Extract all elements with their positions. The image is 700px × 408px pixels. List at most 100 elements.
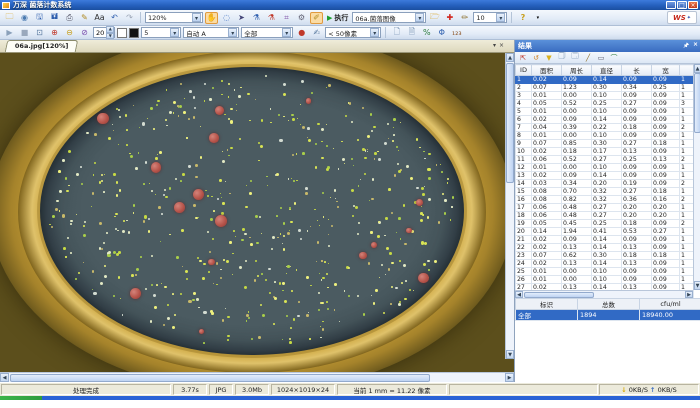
draw-2-icon[interactable]: ✏ <box>458 12 471 24</box>
column-header[interactable]: 长 <box>622 65 652 76</box>
table-row[interactable]: 220.020.130.140.130.091 <box>516 244 694 252</box>
auto-mode-combo[interactable]: 自动 A ▾ <box>183 27 239 38</box>
marker-blue-icon[interactable]: ⚗ <box>250 12 263 24</box>
table-row[interactable]: 60.020.090.140.090.091 <box>516 116 694 124</box>
image-type-combo[interactable]: 06a.菌落图像 ▾ <box>352 12 426 23</box>
minimize-button[interactable]: _ <box>666 1 676 9</box>
table-row[interactable]: 120.010.000.100.090.091 <box>516 164 694 172</box>
draw-line-icon[interactable]: ╱ <box>582 53 594 63</box>
scroll-right-icon[interactable]: ▶ <box>685 291 693 298</box>
rect-select-icon[interactable]: ▭ <box>595 53 607 63</box>
column-header[interactable]: 周长 <box>562 65 592 76</box>
new-doc-icon[interactable]: 🗋 <box>390 27 403 39</box>
copy-sheet-icon[interactable]: 🗍 <box>556 53 568 63</box>
table-row[interactable]: 230.070.620.300.180.181 <box>516 252 694 260</box>
column-header[interactable]: 直径 <box>592 65 622 76</box>
scroll-thumb[interactable] <box>524 292 594 298</box>
summary-row[interactable]: 全部189418940.00 <box>516 310 700 321</box>
pen-width-combo[interactable]: 5 ▾ <box>141 27 181 38</box>
scroll-down-icon[interactable]: ▼ <box>694 281 700 290</box>
open-folder-icon[interactable]: 🗀 <box>3 12 16 24</box>
table-row[interactable]: 110.060.520.270.250.132 <box>516 156 694 164</box>
chevron-down-icon[interactable]: ▾ <box>531 12 544 24</box>
hand-tool-icon[interactable]: ✋ <box>205 12 218 24</box>
save-icon[interactable]: 🖫 <box>33 12 46 24</box>
scroll-left-icon[interactable]: ◀ <box>515 291 523 298</box>
run-button[interactable]: ▶ 执行 <box>325 12 350 24</box>
tab-close-icon[interactable]: × <box>499 42 504 50</box>
pin-icon[interactable]: 🖈 <box>683 41 689 51</box>
tab-list-icon[interactable]: ▾ <box>493 42 496 50</box>
marker-red-icon[interactable]: ⚗ <box>265 12 278 24</box>
doc-icon[interactable]: 🗎 <box>405 27 418 39</box>
save-all-icon[interactable]: 🖬 <box>48 12 61 24</box>
scroll-thumb[interactable] <box>506 63 514 183</box>
export-icon[interactable]: ⇱ <box>517 53 529 63</box>
scroll-up-icon[interactable]: ▲ <box>694 64 700 73</box>
table-row[interactable]: 160.080.820.320.360.162 <box>516 196 694 204</box>
stop-icon[interactable]: ■ <box>18 27 31 39</box>
table-row[interactable]: 130.020.090.140.090.091 <box>516 172 694 180</box>
table-horizontal-scrollbar[interactable]: ◀ ▶ <box>515 290 693 298</box>
table-row[interactable]: 240.020.130.140.130.091 <box>516 260 694 268</box>
threshold-spinner[interactable]: 20 ▲▼ <box>93 27 115 38</box>
panel-close-icon[interactable]: × <box>693 41 698 51</box>
table-row[interactable]: 170.060.480.270.200.201 <box>516 204 694 212</box>
table-row[interactable]: 10.020.090.140.090.091 <box>516 76 694 84</box>
fill-color-swatch[interactable] <box>117 28 127 38</box>
close-button[interactable]: × <box>688 1 698 9</box>
table-row[interactable]: 50.010.000.100.090.091 <box>516 108 694 116</box>
table-vertical-scrollbar[interactable]: ▲ ▼ <box>693 64 700 290</box>
help-button[interactable]: ? <box>516 12 529 24</box>
red-mark-icon[interactable]: ● <box>295 27 308 39</box>
calibrate-icon[interactable]: ✐ <box>310 12 323 24</box>
filter-icon[interactable]: ▼ <box>543 53 555 63</box>
table-row[interactable]: 190.050.450.250.180.092 <box>516 220 694 228</box>
zoom-tool-icon[interactable]: ◌ <box>220 12 233 24</box>
table-row[interactable]: 70.040.390.220.180.092 <box>516 124 694 132</box>
diameter-icon[interactable]: Φ <box>435 27 448 39</box>
scroll-right-icon[interactable]: ▶ <box>505 373 514 382</box>
table-row[interactable]: 20.071.230.300.340.251 <box>516 84 694 92</box>
pointer-icon[interactable]: ➤ <box>235 12 248 24</box>
dilution-combo[interactable]: 10 ▾ <box>473 12 507 23</box>
zoom-fit-icon[interactable]: ⊘ <box>78 27 91 39</box>
table-row[interactable]: 200.141.940.410.530.271 <box>516 228 694 236</box>
table-row[interactable]: 180.060.480.270.200.201 <box>516 212 694 220</box>
play-icon[interactable]: ▶ <box>3 27 16 39</box>
print-icon[interactable]: ⎙ <box>63 12 76 24</box>
undo-icon[interactable]: ↶ <box>108 12 121 24</box>
measure-icon[interactable]: ⌗ <box>280 12 293 24</box>
zoom-in-icon[interactable]: ⊕ <box>48 27 61 39</box>
zoom-out-icon[interactable]: ⊖ <box>63 27 76 39</box>
table-row[interactable]: 80.010.000.100.090.091 <box>516 132 694 140</box>
scroll-down-icon[interactable]: ▼ <box>506 350 514 359</box>
numbering-icon[interactable]: ₁₂₃ <box>450 27 463 39</box>
pixel-filter-combo[interactable]: < 50像素 ▾ <box>325 27 381 38</box>
open-small-icon[interactable]: 🗁 <box>428 12 441 24</box>
scroll-left-icon[interactable]: ◀ <box>0 373 9 382</box>
pick-hand-icon[interactable]: ✍ <box>310 27 323 39</box>
scroll-thumb[interactable] <box>10 374 430 382</box>
redo-icon[interactable]: ↷ <box>123 12 136 24</box>
table-row[interactable]: 40.050.520.250.270.093 <box>516 100 694 108</box>
table-row[interactable]: 140.030.340.200.190.092 <box>516 180 694 188</box>
percent-icon[interactable]: % <box>420 27 433 39</box>
table-row[interactable]: 90.070.850.300.270.181 <box>516 140 694 148</box>
scroll-up-icon[interactable]: ▲ <box>506 53 514 62</box>
petri-dish-canvas[interactable] <box>0 53 514 372</box>
table-row[interactable]: 150.080.700.320.270.181 <box>516 188 694 196</box>
table-row[interactable]: 30.010.000.100.090.091 <box>516 92 694 100</box>
refresh-icon[interactable]: ↺ <box>530 53 542 63</box>
line-color-swatch[interactable] <box>129 28 139 38</box>
image-tab[interactable]: 06a.jpg[120%] <box>5 40 79 52</box>
table-row[interactable]: 260.010.000.100.090.091 <box>516 276 694 284</box>
column-header[interactable] <box>680 65 694 76</box>
viewer-horizontal-scrollbar[interactable]: ◀ ▶ <box>0 372 514 382</box>
scroll-thumb[interactable] <box>694 73 700 133</box>
curve-icon[interactable]: ⌒ <box>608 53 620 63</box>
table-row[interactable]: 100.020.180.170.130.091 <box>516 148 694 156</box>
column-header[interactable]: 面积 <box>532 65 562 76</box>
sheet-export-icon[interactable]: 🗔 <box>569 53 581 63</box>
spin-down-icon[interactable]: ▼ <box>106 33 114 40</box>
